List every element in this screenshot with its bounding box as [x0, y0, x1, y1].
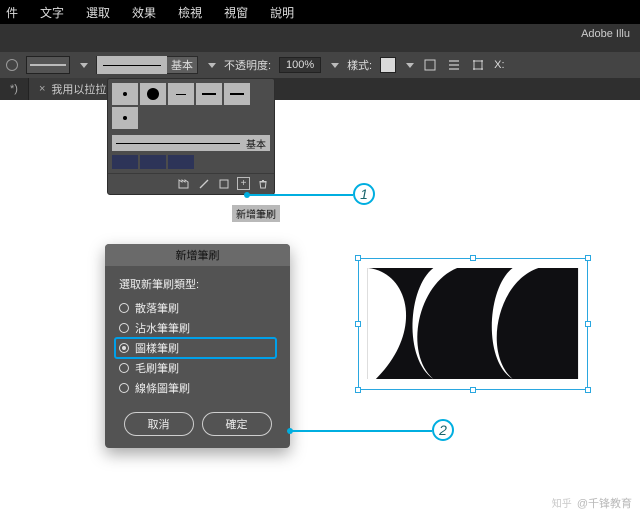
new-brush-tooltip: 新增筆刷: [232, 205, 280, 222]
menu-item[interactable]: 選取: [86, 4, 110, 21]
brush-swatch-grid: [108, 79, 274, 133]
watermark: 知乎 @千锋教育: [552, 495, 632, 511]
brush-stroke-preview: [116, 143, 240, 144]
artwork-shape: [364, 264, 582, 383]
radio-icon: [119, 303, 129, 313]
trash-icon[interactable]: [256, 177, 270, 191]
option-label: 毛刷筆刷: [135, 360, 179, 376]
document-setup-icon[interactable]: [422, 57, 438, 73]
selection-handle[interactable]: [355, 321, 361, 327]
dialog-title: 新增筆刷: [105, 244, 290, 266]
brush-swatch[interactable]: [140, 83, 166, 105]
options-icon[interactable]: [217, 177, 231, 191]
pattern-thumb[interactable]: [168, 155, 194, 169]
selection-handle[interactable]: [585, 255, 591, 261]
brush-swatch[interactable]: [112, 107, 138, 129]
selected-artwork[interactable]: [358, 258, 588, 390]
pattern-thumb[interactable]: [112, 155, 138, 169]
option-label: 散落筆刷: [135, 300, 179, 316]
watermark-brand: 知乎: [552, 499, 572, 510]
menu-item[interactable]: 件: [6, 4, 18, 21]
brush-swatch[interactable]: [112, 83, 138, 105]
selection-handle[interactable]: [585, 387, 591, 393]
selection-handle[interactable]: [355, 255, 361, 261]
ok-button[interactable]: 確定: [202, 412, 272, 436]
option-label: 線條圖筆刷: [135, 380, 190, 396]
radio-icon: [119, 383, 129, 393]
app-bar: Adobe Illu 基本 不透明度: 100% 樣式: X:: [0, 24, 640, 78]
brush-type-option[interactable]: 圖樣筆刷: [115, 338, 276, 358]
align-icon[interactable]: [446, 57, 462, 73]
brush-definition-label: 基本: [167, 57, 197, 73]
option-label: 沾水筆筆刷: [135, 320, 190, 336]
annotation-step: 1: [353, 183, 375, 205]
menu-item[interactable]: 說明: [270, 4, 294, 21]
document-tab[interactable]: *): [0, 78, 29, 100]
brush-pattern-row: [108, 155, 274, 173]
brush-type-option[interactable]: 沾水筆筆刷: [119, 318, 276, 338]
annotation-step: 2: [432, 419, 454, 441]
tab-label: *): [10, 83, 18, 95]
radio-icon: [119, 363, 129, 373]
opacity-label: 不透明度:: [224, 57, 271, 73]
menu-item[interactable]: 文字: [40, 4, 64, 21]
app-name: Adobe Illu: [581, 28, 630, 40]
chevron-down-icon[interactable]: [208, 63, 216, 68]
macos-menubar: 件 文字 選取 效果 檢視 視窗 說明: [0, 0, 640, 24]
brush-type-option[interactable]: 線條圖筆刷: [119, 378, 276, 398]
brush-swatch[interactable]: [168, 83, 194, 105]
pager-dot[interactable]: [6, 59, 18, 71]
selection-handle[interactable]: [470, 387, 476, 393]
watermark-author: @千锋教育: [577, 498, 632, 510]
chevron-down-icon[interactable]: [80, 63, 88, 68]
stroke-swatch[interactable]: [26, 56, 70, 74]
selection-handle[interactable]: [355, 387, 361, 393]
brush-basic-row[interactable]: 基本: [112, 135, 270, 151]
cancel-button[interactable]: 取消: [124, 412, 194, 436]
brush-type-option[interactable]: 毛刷筆刷: [119, 358, 276, 378]
menu-item[interactable]: 視窗: [224, 4, 248, 21]
style-label: 樣式:: [347, 57, 372, 73]
brush-stroke-preview: [97, 56, 167, 74]
menu-item[interactable]: 檢視: [178, 4, 202, 21]
annotation-line: [290, 430, 432, 432]
new-brush-icon[interactable]: +: [237, 177, 250, 190]
transform-icon[interactable]: [470, 57, 486, 73]
brush-basic-label: 基本: [246, 136, 266, 151]
option-label: 圖樣筆刷: [135, 340, 179, 356]
brush-definition-chip[interactable]: 基本: [96, 56, 198, 74]
brushes-panel-footer: +: [108, 173, 274, 194]
new-brush-dialog: 新增筆刷 選取新筆刷類型: 散落筆刷 沾水筆筆刷 圖樣筆刷 毛刷筆刷 線條圖筆刷…: [105, 244, 290, 448]
brush-swatch[interactable]: [224, 83, 250, 105]
x-label: X:: [494, 59, 504, 71]
brushes-panel[interactable]: 基本 +: [107, 78, 275, 195]
selection-handle[interactable]: [585, 321, 591, 327]
pattern-thumb[interactable]: [140, 155, 166, 169]
document-tab-row: *) × 我用以拉拉的.: [0, 78, 640, 100]
close-icon[interactable]: ×: [39, 83, 45, 95]
opacity-value[interactable]: 100%: [279, 57, 321, 73]
radio-icon: [119, 343, 129, 353]
chevron-down-icon[interactable]: [406, 63, 414, 68]
graphic-style-swatch[interactable]: [380, 57, 396, 73]
chevron-down-icon[interactable]: [331, 63, 339, 68]
radio-icon: [119, 323, 129, 333]
brush-swatch[interactable]: [196, 83, 222, 105]
menu-item[interactable]: 效果: [132, 4, 156, 21]
brush-type-option[interactable]: 散落筆刷: [119, 298, 276, 318]
remove-stroke-icon[interactable]: [197, 177, 211, 191]
dialog-prompt: 選取新筆刷類型:: [119, 276, 276, 292]
selection-handle[interactable]: [470, 255, 476, 261]
libraries-icon[interactable]: [177, 177, 191, 191]
options-bar: 基本 不透明度: 100% 樣式: X:: [0, 52, 640, 78]
annotation-line: [247, 194, 353, 196]
